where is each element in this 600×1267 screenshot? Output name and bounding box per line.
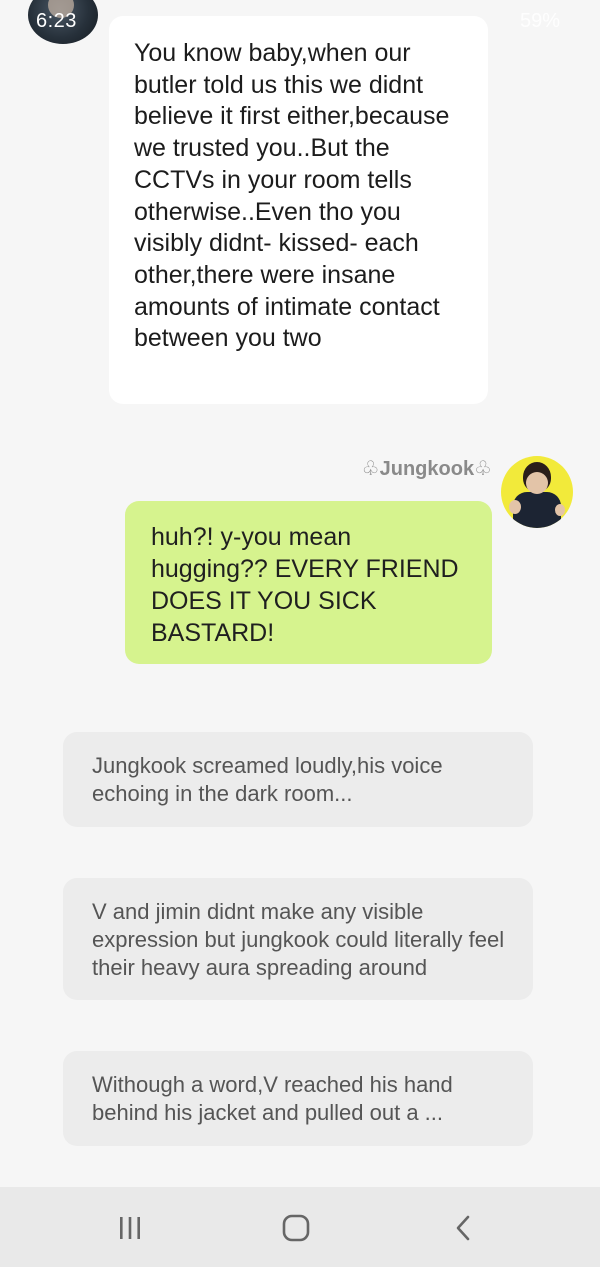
message-bubble-received: You know baby,when our butler told us th… [109, 16, 488, 404]
status-time: 6:23 [36, 10, 77, 32]
recent-apps-icon [120, 1217, 140, 1239]
narration-box: Withough a word,V reached his hand behin… [63, 1051, 533, 1146]
home-icon [282, 1214, 310, 1242]
message-bubble-jungkook: huh?! y-you mean hugging?? EVERY FRIEND … [125, 501, 492, 664]
battery-level: 59% [519, 10, 560, 32]
home-button[interactable] [266, 1203, 326, 1253]
back-button[interactable] [434, 1203, 494, 1253]
sender-name: ♧Jungkook♧ [361, 458, 492, 480]
narration-box: V and jimin didnt make any visible expre… [63, 878, 533, 1000]
jungkook-avatar[interactable] [501, 456, 573, 528]
back-icon [456, 1215, 470, 1241]
navigation-bar [0, 1187, 600, 1267]
narration-box: Jungkook screamed loudly,his voice echoi… [63, 732, 533, 827]
recent-apps-button[interactable] [100, 1203, 160, 1253]
